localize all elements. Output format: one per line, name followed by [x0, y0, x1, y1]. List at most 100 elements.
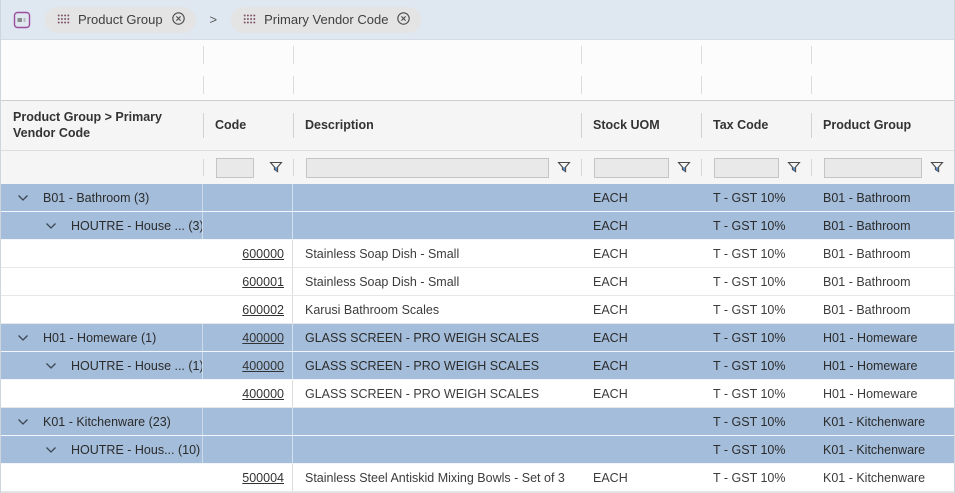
description-cell — [293, 436, 581, 463]
table-row[interactable]: 400000 GLASS SCREEN - PRO WEIGH SCALES E… — [1, 380, 954, 408]
stock-uom-filter-input[interactable] — [594, 158, 669, 178]
description-cell: GLASS SCREEN - PRO WEIGH SCALES — [293, 352, 581, 379]
table-row[interactable]: H01 - Homeware (1) 400000 GLASS SCREEN -… — [1, 324, 954, 352]
tax-code-filter-input[interactable] — [714, 158, 779, 178]
filter-cell-tax-code — [701, 151, 811, 184]
column-header-group[interactable]: Product Group > Primary Vendor Code — [1, 101, 203, 150]
stock-uom-cell: EACH — [581, 352, 701, 379]
item-code-link[interactable]: 400000 — [242, 359, 284, 373]
description-cell: Karusi Bathroom Scales — [293, 296, 581, 323]
item-code-link[interactable]: 600000 — [242, 247, 284, 261]
column-header-product-group[interactable]: Product Group — [811, 101, 954, 150]
product-group-cell: K01 - Kitchenware — [811, 436, 954, 463]
layout-icon[interactable] — [11, 9, 33, 31]
group-cell — [1, 240, 203, 267]
code-cell: 500004 — [203, 464, 293, 491]
empty-band-row — [1, 40, 954, 70]
column-header-stock-uom[interactable]: Stock UOM — [581, 101, 701, 150]
item-code-link[interactable]: 600001 — [242, 275, 284, 289]
table-row[interactable]: HOUTRE - House ... (1) 400000 GLASS SCRE… — [1, 352, 954, 380]
code-cell: 600002 — [203, 296, 293, 323]
filter-cell-stock-uom — [581, 151, 701, 184]
table-row[interactable]: B01 - Bathroom (3) EACH T - GST 10% B01 … — [1, 184, 954, 212]
chevron-down-icon[interactable] — [17, 194, 29, 202]
chevron-down-icon[interactable] — [45, 222, 57, 230]
stock-uom-cell: EACH — [581, 268, 701, 295]
description-filter-input[interactable] — [306, 158, 549, 178]
group-cell: HOUTRE - Hous... (10) — [1, 436, 203, 463]
chevron-down-icon[interactable] — [45, 446, 57, 454]
table-row[interactable]: 600002 Karusi Bathroom Scales EACH T - G… — [1, 296, 954, 324]
stock-uom-cell: EACH — [581, 184, 701, 211]
table-row[interactable]: 600000 Stainless Soap Dish - Small EACH … — [1, 240, 954, 268]
filter-cell-product-group — [811, 151, 954, 184]
filter-cell-description — [293, 151, 581, 184]
item-code-link[interactable]: 600002 — [242, 303, 284, 317]
item-code-link[interactable]: 500004 — [242, 471, 284, 485]
funnel-icon[interactable] — [557, 161, 571, 174]
group-label: HOUTRE - Hous... (10) — [71, 443, 200, 457]
code-cell — [203, 436, 293, 463]
column-header-code[interactable]: Code — [203, 101, 293, 150]
group-chip-label: Product Group — [78, 12, 163, 27]
description-cell: GLASS SCREEN - PRO WEIGH SCALES — [293, 380, 581, 407]
group-cell: B01 - Bathroom (3) — [1, 184, 203, 211]
code-cell — [203, 212, 293, 239]
group-cell: HOUTRE - House ... (1) — [1, 352, 203, 379]
chevron-down-icon[interactable] — [17, 418, 29, 426]
tax-code-cell: T - GST 10% — [701, 324, 811, 351]
description-cell — [293, 408, 581, 435]
table-row[interactable]: 600001 Stainless Soap Dish - Small EACH … — [1, 268, 954, 296]
code-filter-input[interactable] — [216, 158, 254, 178]
chevron-down-icon[interactable] — [45, 362, 57, 370]
tax-code-cell: T - GST 10% — [701, 380, 811, 407]
group-cell: H01 - Homeware (1) — [1, 324, 203, 351]
table-row[interactable]: K01 - Kitchenware (23) T - GST 10% K01 -… — [1, 408, 954, 436]
column-header-tax-code[interactable]: Tax Code — [701, 101, 811, 150]
group-by-toolbar: Product Group > Primary Vendor — [1, 0, 954, 40]
remove-chip-icon[interactable] — [171, 11, 186, 29]
chevron-down-icon[interactable] — [17, 334, 29, 342]
table-row[interactable]: HOUTRE - Hous... (10) T - GST 10% K01 - … — [1, 436, 954, 464]
tax-code-cell: T - GST 10% — [701, 352, 811, 379]
group-cell — [1, 380, 203, 407]
table-row[interactable]: HOUTRE - House ... (3) EACH T - GST 10% … — [1, 212, 954, 240]
chip-separator: > — [208, 12, 220, 27]
product-group-cell: H01 - Homeware — [811, 352, 954, 379]
code-cell: 400000 — [203, 324, 293, 351]
drag-handle-icon[interactable] — [57, 13, 70, 27]
product-group-cell: B01 - Bathroom — [811, 184, 954, 211]
item-code-link[interactable]: 400000 — [242, 387, 284, 401]
description-cell: Stainless Steel Antiskid Mixing Bowls - … — [293, 464, 581, 491]
group-label: K01 - Kitchenware (23) — [43, 415, 171, 429]
group-label: B01 - Bathroom (3) — [43, 191, 149, 205]
empty-band-row — [1, 70, 954, 100]
drag-handle-icon[interactable] — [243, 13, 256, 27]
description-cell: GLASS SCREEN - PRO WEIGH SCALES — [293, 324, 581, 351]
group-cell — [1, 464, 203, 491]
group-chip-product-group[interactable]: Product Group — [45, 7, 196, 33]
item-code-link[interactable]: 400000 — [242, 331, 284, 345]
tax-code-cell: T - GST 10% — [701, 240, 811, 267]
table-row[interactable]: 500004 Stainless Steel Antiskid Mixing B… — [1, 464, 954, 492]
grid-body: B01 - Bathroom (3) EACH T - GST 10% B01 … — [1, 184, 954, 492]
filter-cell-code — [203, 151, 293, 184]
column-header-row: Product Group > Primary Vendor Code Code… — [1, 101, 954, 151]
stock-uom-cell: EACH — [581, 240, 701, 267]
group-chip-primary-vendor-code[interactable]: Primary Vendor Code — [231, 7, 421, 33]
code-cell: 400000 — [203, 380, 293, 407]
description-cell: Stainless Soap Dish - Small — [293, 240, 581, 267]
empty-summary-band — [1, 40, 954, 101]
funnel-icon[interactable] — [930, 161, 944, 174]
tax-code-cell: T - GST 10% — [701, 464, 811, 491]
product-group-cell: H01 - Homeware — [811, 380, 954, 407]
remove-chip-icon[interactable] — [396, 11, 411, 29]
tax-code-cell: T - GST 10% — [701, 268, 811, 295]
column-header-description[interactable]: Description — [293, 101, 581, 150]
product-group-filter-input[interactable] — [824, 158, 922, 178]
funnel-icon[interactable] — [787, 161, 801, 174]
funnel-icon[interactable] — [677, 161, 691, 174]
product-group-cell: B01 - Bathroom — [811, 268, 954, 295]
funnel-icon[interactable] — [269, 161, 283, 174]
tax-code-cell: T - GST 10% — [701, 436, 811, 463]
